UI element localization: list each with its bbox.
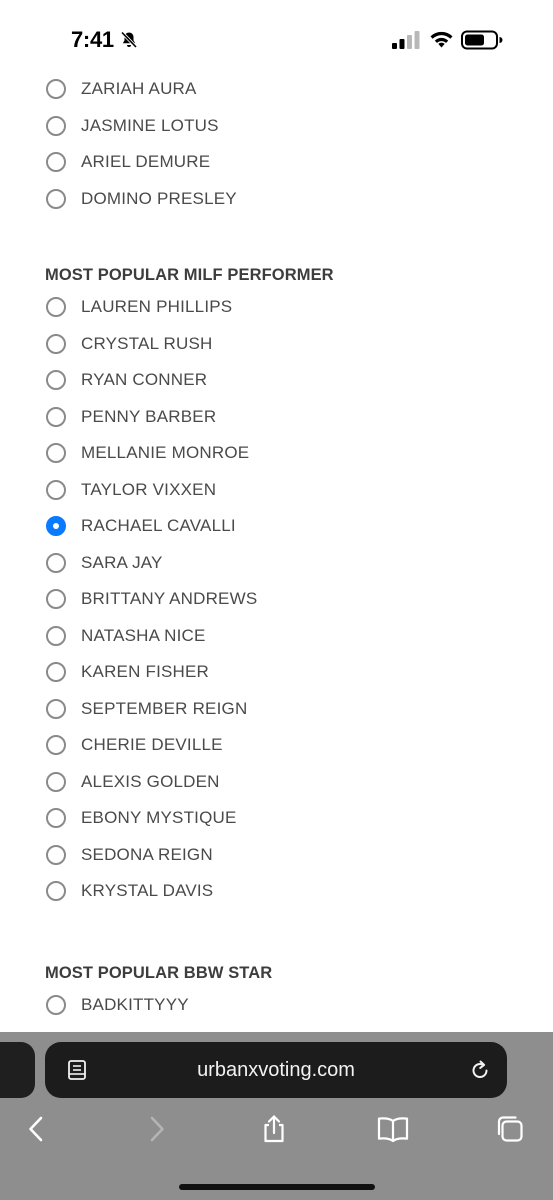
radio-button-selected[interactable] [46, 516, 66, 536]
radio-option[interactable]: DOMINO PRESLEY [46, 185, 506, 213]
wifi-icon [430, 31, 453, 48]
radio-button[interactable] [46, 188, 66, 209]
address-bar[interactable]: urbanxvoting.com [45, 1042, 507, 1098]
bell-slash-icon [120, 31, 138, 49]
radio-button[interactable] [46, 589, 66, 609]
radio-option-label: MELLANIE MONROE [81, 443, 250, 462]
radio-option[interactable]: PENNY BARBER [46, 403, 506, 431]
radio-option[interactable]: SEDONA REIGN [46, 841, 506, 869]
radio-option[interactable]: CRYSTAL RUSH [46, 330, 506, 358]
status-bar: 7:41 [0, 0, 553, 72]
url-text[interactable]: urbanxvoting.com [45, 1059, 507, 1082]
radio-option-label: CRYSTAL RUSH [81, 333, 213, 353]
radio-option[interactable]: EBONY MYSTIQUE [46, 804, 506, 832]
tabs-icon[interactable] [495, 1114, 525, 1144]
radio-button[interactable] [46, 443, 66, 463]
radio-option-label: ALEXIS GOLDEN [81, 771, 220, 791]
radio-option-label: RYAN CONNER [81, 370, 208, 389]
radio-button[interactable] [46, 115, 66, 136]
battery-icon [461, 30, 503, 50]
radio-option-label: ZARIAH AURA [81, 79, 197, 98]
radio-option-label: SARA JAY [81, 552, 163, 572]
radio-option[interactable]: CHERIE DEVILLE [46, 731, 506, 759]
bookmarks-book-icon[interactable] [376, 1114, 410, 1144]
radio-option-label: KRYSTAL DAVIS [81, 881, 214, 900]
radio-option[interactable]: NATASHA NICE [46, 622, 506, 650]
radio-button[interactable] [46, 844, 66, 865]
radio-option-label: CHERIE DEVILLE [81, 735, 223, 754]
radio-option-label: TAYLOR VIXXEN [81, 479, 217, 499]
radio-option[interactable]: ZARIAH AURA [46, 75, 506, 103]
radio-option-label: PENNY BARBER [81, 406, 217, 426]
page: 7:41 ZARIAH AURA JASMINE LOTUS ARIEL DEMUR… [0, 0, 553, 1200]
radio-option[interactable]: BADKITTYYY [46, 991, 506, 1019]
radio-button[interactable] [46, 881, 66, 901]
section-title: MOST POPULAR MILF PERFORMER [45, 266, 334, 284]
radio-option-label: RACHAEL CAVALLI [81, 516, 236, 535]
radio-option[interactable]: RYAN CONNER [46, 366, 506, 394]
radio-button[interactable] [46, 479, 66, 500]
radio-option[interactable]: TAYLOR VIXXEN [46, 476, 506, 504]
radio-button[interactable] [46, 370, 66, 390]
radio-option[interactable]: JASMINE LOTUS [46, 112, 506, 140]
radio-option-label: NATASHA NICE [81, 625, 206, 645]
share-icon[interactable] [259, 1114, 289, 1144]
radio-option-label: BRITTANY ANDREWS [81, 589, 258, 608]
radio-option-label: EBONY MYSTIQUE [81, 808, 237, 827]
radio-option[interactable]: SEPTEMBER REIGN [46, 695, 506, 723]
previous-tab-preview[interactable] [0, 1042, 35, 1098]
home-indicator [179, 1184, 375, 1190]
radio-button[interactable] [46, 662, 66, 682]
forward-chevron-icon[interactable] [141, 1114, 171, 1144]
radio-button[interactable] [46, 297, 66, 317]
reload-icon[interactable] [469, 1058, 491, 1082]
radio-button[interactable] [46, 406, 66, 427]
radio-option[interactable]: ARIEL DEMURE [46, 148, 506, 176]
radio-option-label: JASMINE LOTUS [81, 115, 219, 135]
radio-button[interactable] [46, 698, 66, 719]
radio-option[interactable]: LAUREN PHILLIPS [46, 293, 506, 321]
radio-option[interactable]: MELLANIE MONROE [46, 439, 506, 467]
radio-button[interactable] [46, 152, 66, 172]
radio-option[interactable]: ALEXIS GOLDEN [46, 768, 506, 796]
radio-option-label: LAUREN PHILLIPS [81, 297, 233, 316]
radio-option-label: KAREN FISHER [81, 662, 210, 681]
radio-button[interactable] [46, 995, 66, 1015]
radio-button[interactable] [46, 808, 66, 828]
back-chevron-icon[interactable] [22, 1114, 52, 1144]
radio-option-label: DOMINO PRESLEY [81, 188, 237, 208]
radio-option-label: SEPTEMBER REIGN [81, 698, 248, 718]
radio-option-label: ARIEL DEMURE [81, 152, 211, 171]
radio-button[interactable] [46, 79, 66, 99]
cellular-signal-icon [392, 31, 420, 49]
radio-button[interactable] [46, 333, 66, 354]
radio-option[interactable]: RACHAEL CAVALLI [46, 512, 506, 540]
radio-button[interactable] [46, 771, 66, 792]
section-title: MOST POPULAR BBW STAR [45, 964, 273, 982]
radio-button[interactable] [46, 735, 66, 755]
radio-option[interactable]: SARA JAY [46, 549, 506, 577]
radio-option-label: SEDONA REIGN [81, 844, 213, 864]
radio-option[interactable]: BRITTANY ANDREWS [46, 585, 506, 613]
browser-toolbar: urbanxvoting.com [0, 1032, 553, 1200]
radio-option[interactable]: KAREN FISHER [46, 658, 506, 686]
status-time: 7:41 [71, 27, 114, 52]
radio-option-label: BADKITTYYY [81, 995, 189, 1014]
radio-button[interactable] [46, 625, 66, 646]
radio-option[interactable]: KRYSTAL DAVIS [46, 877, 506, 905]
radio-button[interactable] [46, 552, 66, 573]
